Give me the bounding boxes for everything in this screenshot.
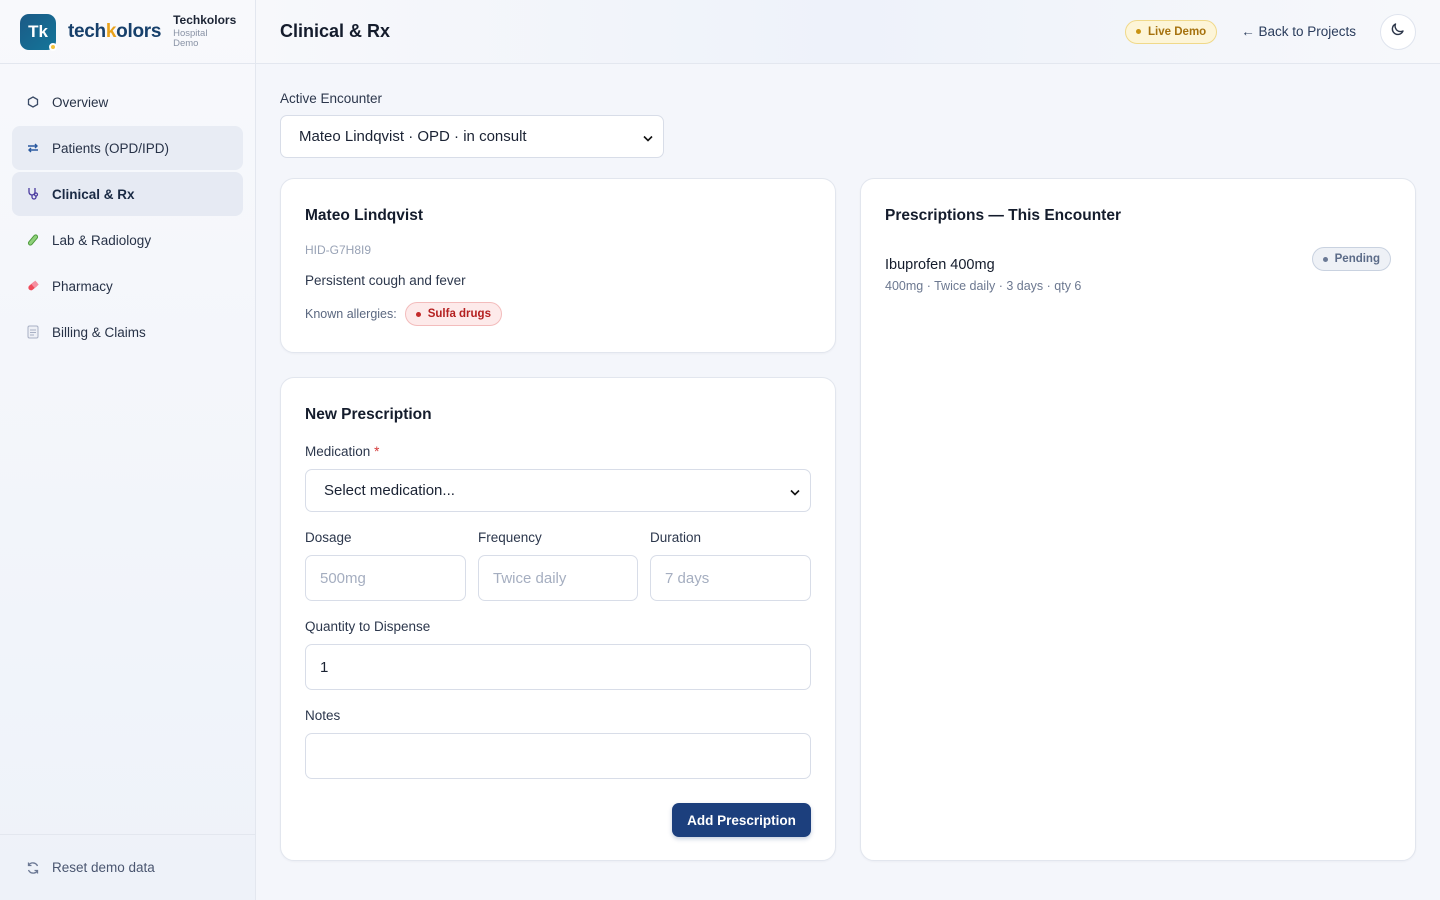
theme-toggle-button[interactable] <box>1380 13 1416 50</box>
medication-select[interactable]: Select medication... <box>305 469 811 512</box>
brand-sub: Hospital Demo <box>173 29 217 49</box>
brand-org: Techkolors <box>173 13 237 27</box>
sidebar-item-label: Billing & Claims <box>52 324 146 340</box>
duration-placeholder: 7 days <box>665 569 710 587</box>
chevron-down-icon <box>790 482 800 499</box>
brand-logo-text: Tk <box>28 21 48 41</box>
refresh-icon <box>26 861 40 875</box>
dosage-input[interactable]: 500mg <box>305 555 466 601</box>
status-dot-icon <box>49 42 57 51</box>
chevron-down-icon <box>643 128 653 145</box>
sidebar-item-label: Clinical & Rx <box>52 186 135 202</box>
live-demo-label: Live Demo <box>1148 25 1207 38</box>
notes-label: Notes <box>305 708 341 723</box>
prescriptions-list-card: Prescriptions — This Encounter Ibuprofen… <box>860 178 1416 861</box>
brand-wordmark: techkolors <box>68 21 161 43</box>
live-dot-icon <box>1136 29 1142 34</box>
status-badge: Pending <box>1311 247 1391 271</box>
sidebar: Tk techkolors Techkolors Hospital Demo Ov… <box>0 0 256 900</box>
sidebar-item-patients[interactable]: Patients (OPD/IPD) <box>12 126 243 170</box>
allergy-badge: Sulfa drugs <box>404 302 502 326</box>
brand-sub-line: Demo <box>173 38 199 49</box>
medication-label-text: Medication <box>305 444 371 459</box>
dosage-placeholder: 500mg <box>320 569 366 587</box>
list-item[interactable]: Ibuprofen 400mg 400mg · Twice daily · 3 … <box>885 247 1391 293</box>
main-content: Active Encounter Mateo Lindqvist · OPD ·… <box>256 64 1440 900</box>
sidebar-nav: Overview Patients (OPD/IPD) Clinical & R… <box>0 64 255 372</box>
allergy-dot-icon <box>415 311 421 317</box>
prescription-detail: 400mg · Twice daily · 3 days · qty 6 <box>885 279 1082 293</box>
frequency-label: Frequency <box>478 530 542 545</box>
sidebar-item-label: Overview <box>52 94 109 110</box>
new-prescription-card: New Prescription Medication * Select med… <box>280 377 836 861</box>
brand-meta: Techkolors Hospital Demo <box>173 14 236 49</box>
sidebar-item-overview[interactable]: Overview <box>12 80 243 124</box>
header-actions: Live Demo ← Back to Projects <box>1125 13 1416 50</box>
reset-demo-label: Reset demo data <box>52 860 155 875</box>
brand: Tk techkolors Techkolors Hospital Demo <box>0 0 255 64</box>
active-encounter-label: Active Encounter <box>280 91 383 106</box>
reset-demo-button[interactable]: Reset demo data <box>0 834 255 900</box>
moon-icon <box>1390 21 1406 42</box>
allergies-label: Known allergies: <box>305 307 397 321</box>
required-mark: * <box>374 444 380 459</box>
allergy-row: Known allergies: Sulfa drugs <box>305 302 811 326</box>
duration-label: Duration <box>650 530 702 545</box>
patient-card: Mateo Lindqvist HID-G7H8I9 Persistent co… <box>280 178 836 353</box>
patient-hid: HID-G7H8I9 <box>305 243 372 257</box>
new-prescription-title: New Prescription <box>305 406 432 423</box>
quantity-label: Quantity to Dispense <box>305 619 431 634</box>
sidebar-item-lab[interactable]: Lab & Radiology <box>12 218 243 262</box>
brand-word-part: olors <box>116 20 162 42</box>
patient-name: Mateo Lindqvist <box>305 207 423 224</box>
quantity-value: 1 <box>320 658 329 676</box>
notes-input[interactable] <box>305 733 811 779</box>
page-title: Clinical & Rx <box>280 21 391 41</box>
status-dot-icon <box>1322 256 1328 262</box>
quantity-input[interactable]: 1 <box>305 644 811 690</box>
sidebar-item-label: Lab & Radiology <box>52 232 152 248</box>
frequency-input[interactable]: Twice daily <box>478 555 638 601</box>
transfer-arrows-icon <box>26 141 40 155</box>
brand-logo[interactable]: Tk <box>20 13 57 51</box>
active-encounter-value: Mateo Lindqvist · OPD · in consult <box>299 128 527 145</box>
medication-label: Medication * <box>305 444 379 459</box>
sidebar-item-label: Pharmacy <box>52 278 113 294</box>
duration-input[interactable]: 7 days <box>650 555 811 601</box>
prescriptions-title: Prescriptions — This Encounter <box>885 207 1121 224</box>
test-tube-icon <box>26 233 40 247</box>
stethoscope-icon <box>26 187 40 201</box>
chief-complaint: Persistent cough and fever <box>305 273 466 288</box>
hexagon-icon <box>26 95 40 109</box>
frequency-placeholder: Twice daily <box>493 569 567 587</box>
dosage-label: Dosage <box>305 530 352 545</box>
brand-word-accent: k <box>105 20 117 42</box>
back-to-projects-link[interactable]: ← Back to Projects <box>1241 24 1356 39</box>
sidebar-item-label: Patients (OPD/IPD) <box>52 140 170 156</box>
sidebar-item-billing[interactable]: Billing & Claims <box>12 310 243 354</box>
pill-icon <box>26 279 40 293</box>
top-header: Clinical & Rx Live Demo ← Back to Projec… <box>256 0 1440 64</box>
live-demo-badge: Live Demo <box>1125 19 1218 44</box>
sidebar-item-pharmacy[interactable]: Pharmacy <box>12 264 243 308</box>
status-text: Pending <box>1334 253 1380 265</box>
add-prescription-button[interactable]: Add Prescription <box>672 803 811 837</box>
document-icon <box>26 325 40 339</box>
active-encounter-select[interactable]: Mateo Lindqvist · OPD · in consult <box>280 115 664 158</box>
brand-word-part: tech <box>68 20 106 42</box>
sidebar-item-clinical[interactable]: Clinical & Rx <box>12 172 243 216</box>
medication-select-value: Select medication... <box>324 482 455 499</box>
allergy-text: Sulfa drugs <box>427 308 491 320</box>
